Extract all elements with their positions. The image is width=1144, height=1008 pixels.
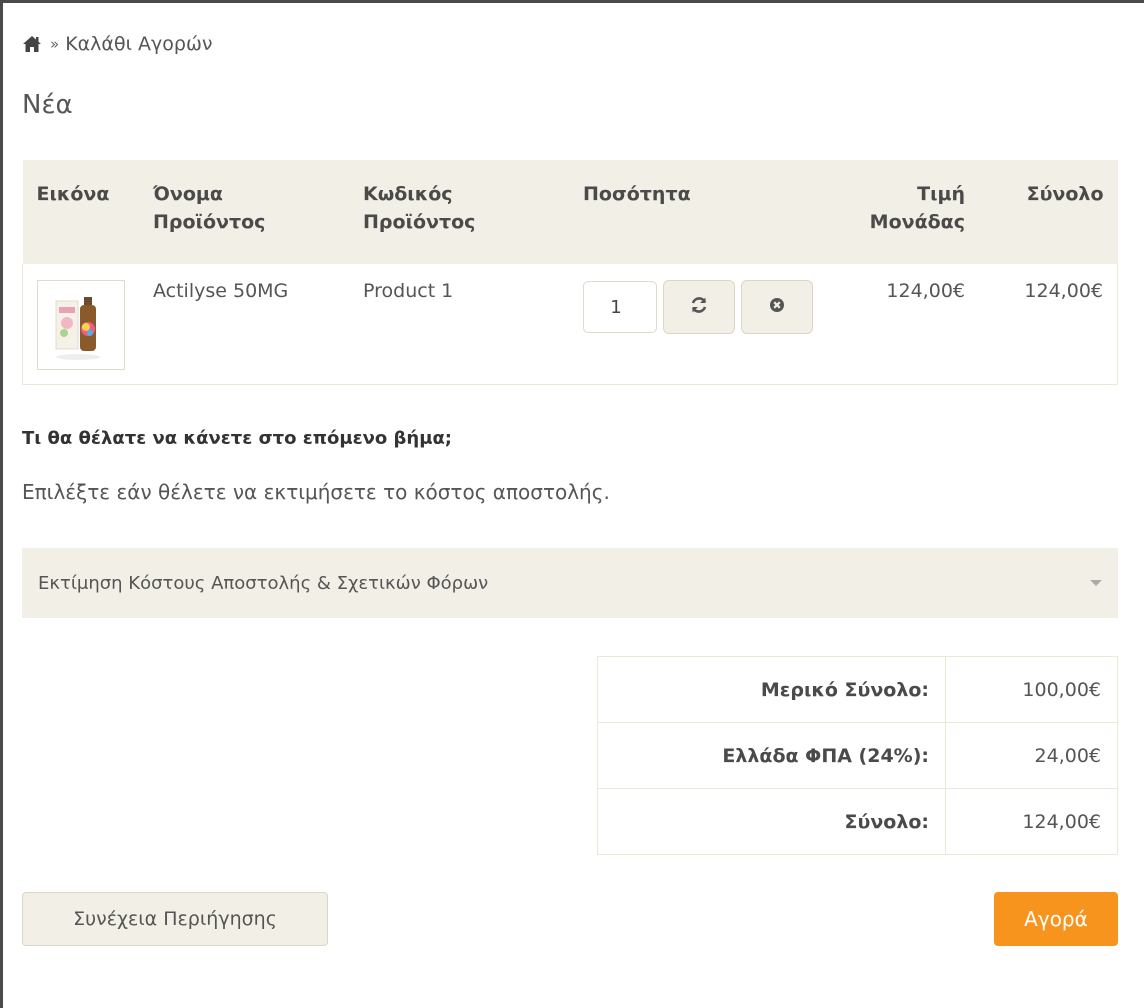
header-image: Εικόνα: [22, 160, 139, 264]
checkout-button[interactable]: Αγορά: [994, 892, 1118, 946]
grand-total-label: Σύνολο:: [597, 788, 946, 855]
header-quantity: Ποσότητα: [569, 160, 829, 264]
cart-table: Εικόνα Όνομα Προϊόντος Κωδικός Προϊόντος Π…: [22, 160, 1118, 385]
page-title: Νέα: [22, 90, 73, 120]
grand-total-value: 124,00€: [945, 788, 1118, 855]
totals-table: Μερικό Σύνολο: 100,00€ Ελλάδα ΦΠΑ (24%):…: [597, 656, 1118, 855]
home-icon[interactable]: [22, 35, 42, 53]
update-quantity-button[interactable]: [663, 280, 735, 334]
shipping-estimate-toggle[interactable]: Εκτίμηση Κόστους Αποστολής & Σχετικών Φό…: [22, 548, 1118, 618]
cell-unit-price: 124,00€: [829, 264, 979, 385]
header-product-name: Όνομα Προϊόντος: [139, 160, 349, 264]
breadcrumb-current[interactable]: Καλάθι Αγορών: [65, 33, 212, 55]
vat-value: 24,00€: [945, 722, 1118, 789]
totals-row-subtotal: Μερικό Σύνολο: 100,00€: [597, 656, 1118, 723]
subtotal-value: 100,00€: [945, 656, 1118, 723]
quantity-input[interactable]: [583, 281, 657, 333]
product-name-link[interactable]: Actilyse 50MG: [153, 280, 288, 302]
shipping-estimate-label: Εκτίμηση Κόστους Αποστολής & Σχετικών Φό…: [38, 572, 489, 594]
totals-row-total: Σύνολο: 124,00€: [597, 788, 1118, 855]
quantity-controls: [583, 280, 815, 334]
remove-item-button[interactable]: [741, 280, 813, 334]
table-row: Actilyse 50MG Product 1 1 124,00€ 124,00…: [22, 264, 1118, 385]
remove-circle-icon: [769, 296, 785, 318]
header-product-code: Κωδικός Προϊόντος: [349, 160, 569, 264]
cell-quantity: [569, 264, 829, 385]
next-step-description: Επιλέξτε εάν θέλετε να εκτιμήσετε το κόσ…: [22, 480, 610, 504]
subtotal-label: Μερικό Σύνολο:: [597, 656, 946, 723]
totals-row-vat: Ελλάδα ΦΠΑ (24%): 24,00€: [597, 722, 1118, 789]
refresh-icon: [689, 295, 709, 320]
cell-total: 124,00€: [979, 264, 1118, 385]
caret-down-icon: [1090, 580, 1102, 586]
cell-image: [22, 264, 139, 385]
next-step-heading: Τι θα θέλατε να κάνετε στο επόμενο βήμα;: [22, 428, 453, 449]
page-frame: [0, 0, 1144, 1008]
header-unit-price: Τιμή Μονάδας: [829, 160, 979, 264]
breadcrumb-separator: »: [50, 35, 60, 53]
cell-product-name: Actilyse 50MG: [139, 264, 349, 385]
header-total: Σύνολο: [979, 160, 1118, 264]
continue-shopping-button[interactable]: Συνέχεια Περιήγησης: [22, 892, 328, 946]
vat-label: Ελλάδα ΦΠΑ (24%):: [597, 722, 946, 789]
cart-table-header: Εικόνα Όνομα Προϊόντος Κωδικός Προϊόντος Π…: [22, 160, 1118, 264]
product-thumbnail[interactable]: [37, 280, 125, 370]
breadcrumb: » Καλάθι Αγορών: [22, 30, 212, 58]
cell-product-code: Product 1: [349, 264, 569, 385]
